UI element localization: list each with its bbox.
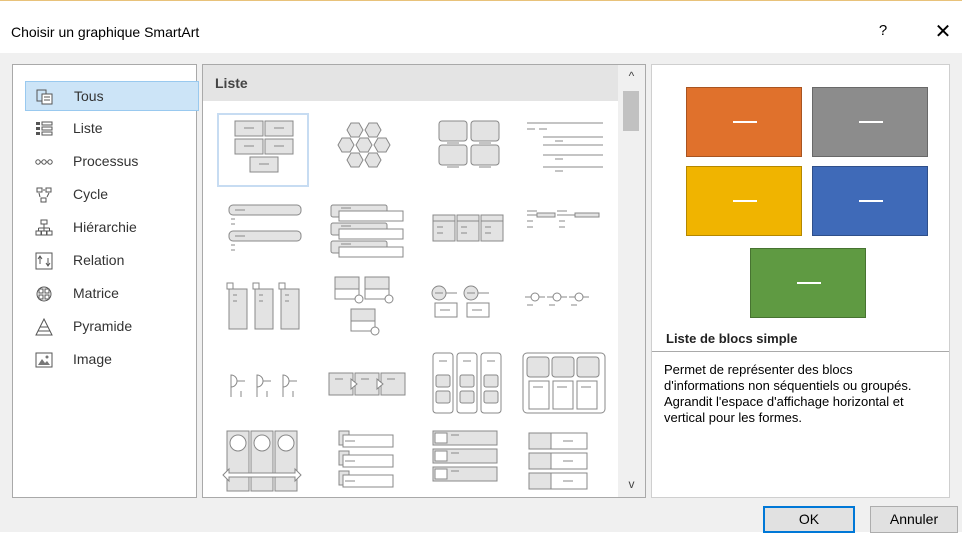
category-item-processus[interactable]: Processus [25,147,199,177]
category-label: Liste [73,120,103,136]
layout-hexagon-cluster[interactable] [321,113,413,187]
category-item-hierarchie[interactable]: Hiérarchie [25,213,199,243]
layout-thumbnail [438,120,500,168]
category-item-pyramide[interactable]: Pyramide [25,312,199,342]
layout-bubble-list[interactable] [421,275,513,349]
category-label: Matrice [73,285,119,301]
category-label: Relation [73,252,125,268]
scroll-thumb[interactable] [623,91,639,131]
layout-thumbnail [432,214,504,242]
cycle-icon [36,187,52,203]
layout-thumbnail [228,204,302,251]
category-label: Pyramide [73,318,133,334]
layout-thumbnail [226,282,300,330]
category-item-tous[interactable]: Tous [25,81,199,111]
layout-thumbnail [431,285,490,318]
layout-thumbnail [527,122,603,172]
category-item-liste[interactable]: Liste [25,114,199,144]
cancel-button[interactable]: Annuler [870,506,958,533]
scroll-up-button[interactable]: ^ [618,69,645,85]
relation-icon [35,252,53,270]
layout-description: Permet de représenter des blocs d'inform… [664,362,912,425]
layout-gallery: Liste ^ v [202,64,646,498]
category-label: Cycle [73,186,109,202]
preview-block-blue [812,166,928,236]
matrix-icon [36,286,52,302]
smartart-dialog: Choisir un graphique SmartArt ? ✕ Tous L… [0,0,962,533]
layout-vertical-bullet-list[interactable] [217,197,309,271]
category-label: Processus [73,153,139,169]
layout-picture-list[interactable] [421,425,513,497]
layout-block-grid-list[interactable] [515,425,607,497]
layout-thumbnail [337,122,391,168]
layout-half-circle-list[interactable] [217,351,309,425]
ok-button[interactable]: OK [763,506,855,533]
layout-thumbnail [528,432,588,490]
pyramid-icon [35,318,53,336]
layout-circle-box-list[interactable] [321,271,413,345]
layout-thumbnail [525,292,589,306]
layout-stacked-list[interactable] [321,197,413,271]
gallery-scrollbar[interactable]: ^ v [618,65,645,497]
layout-line-circle-list[interactable] [515,275,607,349]
layout-thumbnail [328,372,406,396]
dialog-title: Choisir un graphique SmartArt [11,24,200,40]
selected-layout-name: Liste de blocs simple [666,331,798,346]
category-item-cycle[interactable]: Cycle [25,180,199,210]
layout-thumbnail [527,210,600,228]
category-label: Tous [74,88,104,104]
category-item-relation[interactable]: Relation [25,246,199,276]
close-button[interactable]: ✕ [930,20,956,46]
layout-rounded-column-list[interactable] [421,347,513,421]
preview-block-gray [812,87,928,157]
process-icon [35,159,53,165]
layout-arrow-box-list[interactable] [321,351,413,425]
layout-trapezoid-list[interactable] [321,425,413,497]
category-list: Tous Liste Processus Cycle Hiérarchie Re… [12,64,199,498]
description-box: Permet de représenter des blocs d'inform… [652,351,949,497]
layout-line-list[interactable] [515,113,607,187]
layout-thumbnail [334,276,394,336]
category-label: Hiérarchie [73,219,137,235]
preview-block-orange [686,87,802,157]
category-item-matrice[interactable]: Matrice [25,279,199,309]
preview-panel: Liste de blocs simple Permet de représen… [651,64,950,498]
layout-tab-list[interactable] [515,197,607,271]
category-label: Image [73,351,112,367]
layout-thumbnail [222,430,302,492]
layout-thumbnail [338,430,394,488]
layout-thumbnail [522,352,606,414]
image-icon [35,352,53,368]
hierarchy-icon [35,219,53,236]
layout-thumbnail [432,430,498,482]
layout-rounded-block-list[interactable] [425,113,517,187]
layout-thumbnail [330,204,404,258]
help-button[interactable]: ? [870,22,896,44]
gallery-section-label: Liste [215,75,248,91]
layout-thumbnail [432,352,502,414]
layout-grouped-list[interactable] [515,347,607,421]
layout-thumbnail [234,120,294,173]
layout-circle-ribbon-list[interactable] [217,425,309,497]
layout-basic-block-list[interactable] [217,113,309,187]
all-icon [36,89,53,105]
gallery-section-header: Liste [203,65,618,101]
preview-block-green [750,248,866,318]
preview-block-yellow [686,166,802,236]
list-icon [36,121,53,136]
title-bar: Choisir un graphique SmartArt ? ✕ [0,1,962,53]
layout-table-list[interactable] [421,197,513,271]
category-item-image[interactable]: Image [25,345,199,375]
scroll-down-button[interactable]: v [618,477,645,493]
layout-thumbnail [230,374,297,397]
layout-vertical-box-list[interactable] [217,275,309,349]
